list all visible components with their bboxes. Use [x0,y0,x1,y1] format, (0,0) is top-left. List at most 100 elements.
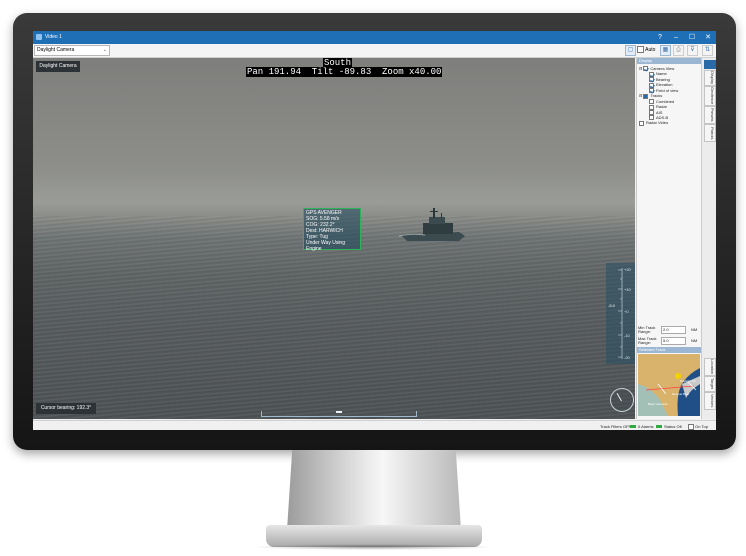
monitor-stand-shadow [250,544,496,550]
filter-icon[interactable]: ⊽ [687,45,698,56]
display-tree-label: Radar Video [646,120,669,126]
tab-vectors[interactable]: Vectors [704,392,716,410]
display-tree-checkbox[interactable] [639,120,644,126]
min-track-range-unit: NM [691,327,698,332]
chevron-down-icon: ⌄ [102,47,107,53]
display-tree-checkbox[interactable] [643,93,649,99]
map-label-camera: Daylight Ca [680,379,696,383]
monitor-stand-neck [287,450,461,530]
pan-indicator-bar[interactable] [261,411,417,417]
mini-map-land [638,354,700,416]
min-track-range-input[interactable]: 2.0 [661,326,686,334]
tab-location[interactable]: Location [704,358,716,376]
track-info-box[interactable]: GPS AVENGER SOG: 5.58 m/s COG: 232.2° De… [303,208,361,252]
pan-indicator-thumb[interactable] [336,411,342,413]
scale-label-plus20: +20 [624,267,631,272]
tab-geofence[interactable]: Geofence [704,86,716,106]
auto-checkbox[interactable] [637,46,644,53]
grid-icon[interactable]: ▦ [660,45,671,56]
max-track-range-unit: NM [691,338,698,343]
on-top-checkbox[interactable] [688,424,694,430]
display-tree-checkbox[interactable] [649,104,654,110]
display-tree-checkbox[interactable] [649,99,654,105]
maximize-button[interactable]: ☐ [685,32,699,43]
status-indicator [656,425,662,429]
tab-presets[interactable]: Presets [704,106,716,124]
on-top-toggle[interactable]: On Top [688,424,708,430]
display-panel: Display ⊟ Camera View Name Bearing Elevation… [636,58,701,419]
tug-vessel [399,208,465,241]
display-tree-label: ADS-B [656,114,669,120]
auto-toggle[interactable]: Auto [637,46,655,53]
status-bar: Track Filters OFF 0 Alarms Status OK On … [33,420,716,430]
scale-label-zero: +0 [624,309,629,314]
camera-name-label: Daylight Camera [36,61,80,72]
ptz-overlay: South Pan 191.94 Tilt -89.83 Zoom x40.00 [246,58,443,77]
display-tree-label: Tracks [650,93,663,99]
display-tree: ⊟ Camera View Name Bearing Elevation Field of… [639,66,678,126]
display-tree-label: Elevation [656,82,673,88]
display-tree-label: Combined [656,98,675,104]
scale-label-minus10: -10 [624,333,630,338]
display-tree-checkbox[interactable] [649,77,654,83]
camera-video-feed[interactable]: Daylight Camera South Pan 191.94 Tilt -8… [33,58,635,419]
compass-needle [616,392,622,402]
display-tree-label: Radar [656,104,667,110]
collapse-icon[interactable]: ⊟ [639,66,642,71]
track-status: Under Way Using Engine [306,240,345,252]
elevation-scale-ticks [618,268,623,359]
cursor-bearing-label: Cursor bearing: 192.3° [36,403,96,414]
alarms-indicator [630,425,636,429]
camera-select[interactable]: Daylight Camera ⌄ [34,45,110,56]
track-filters-status: Track Filters OFF [600,424,631,429]
vertical-tab-strip: Display Geofence Presets Patrols Locatio… [701,58,716,419]
display-tree-checkbox[interactable] [649,88,654,94]
min-track-range: Min Track Range: 2.0 NM [638,325,697,334]
display-tree-item[interactable]: Radar Video [639,120,678,126]
map-label-bass: Bass Cameras [648,402,668,406]
help-button[interactable]: ? [653,32,667,43]
display-tree-label: Name [656,71,667,77]
max-track-range-input[interactable]: 5.0 [661,337,686,345]
scale-label-plus10: +10 [624,287,631,292]
camera-select-value: Daylight Camera [37,47,75,53]
snapshot-icon[interactable]: ⎙ [673,45,684,56]
display-panel-header: Display [637,58,701,64]
display-tree-checkbox[interactable] [643,66,649,72]
toolbar: Daylight Camera ⌄ ▢ Auto ▦ ⎙ ⊽ ⇅ [33,44,716,58]
minimize-button[interactable]: – [669,32,683,43]
ptz-readout: Pan 191.94 Tilt -89.83 Zoom x40.00 [246,67,443,77]
pin-icon[interactable] [704,60,716,69]
display-tree-checkbox[interactable] [649,71,654,77]
auto-label: Auto [645,46,656,53]
collapse-icon[interactable]: ⊟ [639,93,642,98]
elevation-marker: -5.0 [608,303,615,308]
sort-icon[interactable]: ⇅ [702,45,713,56]
tab-target[interactable]: Target [704,376,716,392]
min-track-range-label: Min Track Range: [638,325,656,334]
app-icon [36,34,42,40]
window-title: Video 1 [45,34,62,40]
close-button[interactable]: ✕ [701,32,715,43]
display-tree-checkbox[interactable] [649,82,654,88]
display-tree-label: Bearing [656,76,670,82]
display-tree-label: AIS [656,109,663,115]
display-tree-label: Camera View [650,66,675,71]
display-tree-checkbox[interactable] [649,109,654,115]
scale-label-minus20: -20 [624,355,630,360]
max-track-range: Max Track Range: 5.0 NM [638,336,697,345]
tab-display[interactable]: Display [704,70,716,86]
display-tree-checkbox[interactable] [649,115,654,121]
compass-icon[interactable] [610,388,634,412]
elevation-scale[interactable]: +20 +10 +0 -10 -20 -5.0 [606,263,635,364]
record-icon[interactable]: ▢ [625,45,636,56]
app-window: Video 1 ? – ☐ ✕ Daylight Camera ⌄ ▢ Auto… [33,31,716,430]
map-label-rescue: Rescue Boat [672,392,690,396]
mini-map[interactable]: Daylight Ca Rescue Boat Bass Cameras [638,354,700,416]
display-tree-label: Field of view [656,87,679,93]
selected-track-header: Selected Track [637,347,701,353]
alarms-status: 0 Alarms [630,424,654,429]
title-bar: Video 1 ? – ☐ ✕ [33,31,716,44]
tab-patrols[interactable]: Patrols [704,124,716,142]
max-track-range-label: Max Track Range: [638,336,657,345]
